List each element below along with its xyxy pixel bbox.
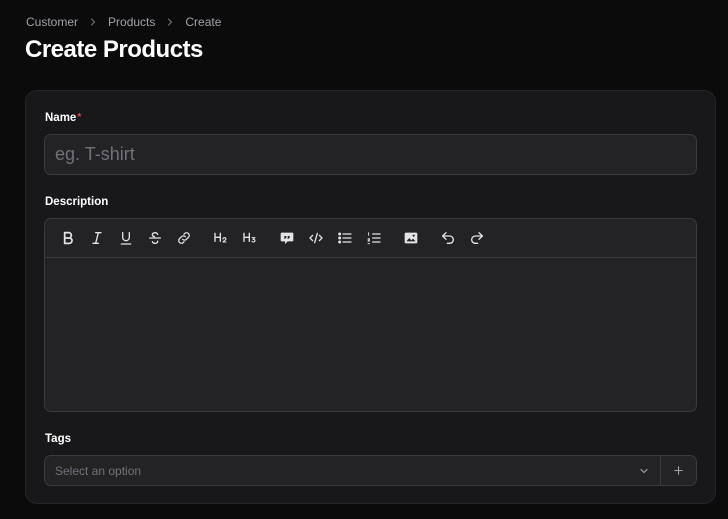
chevron-right-icon [163,15,177,29]
italic-icon[interactable] [86,227,108,249]
breadcrumb: Customer Products Create [26,15,221,29]
heading-2-icon[interactable] [210,227,232,249]
heading-3-icon[interactable] [239,227,261,249]
undo-icon[interactable] [437,227,459,249]
code-block-icon[interactable] [305,227,327,249]
breadcrumb-products[interactable]: Products [108,15,155,29]
link-icon[interactable] [173,227,195,249]
tags-select-placeholder: Select an option [55,463,142,478]
blockquote-icon[interactable] [276,227,298,249]
bullet-list-icon[interactable] [334,227,356,249]
plus-icon [672,464,685,477]
product-form-card: Name* Description [25,90,716,504]
description-editor-content[interactable] [45,258,696,411]
description-label: Description [45,196,109,208]
breadcrumb-create: Create [185,15,222,29]
chevron-down-icon [638,465,650,477]
tags-label: Tags [45,433,71,445]
image-icon[interactable] [400,227,422,249]
bold-icon[interactable] [57,227,79,249]
description-editor [44,218,697,412]
strikethrough-icon[interactable] [144,227,166,249]
name-label: Name* [45,112,82,124]
tags-select[interactable]: Select an option [45,456,660,485]
underline-icon[interactable] [115,227,137,249]
redo-icon[interactable] [466,227,488,249]
required-mark: * [77,112,82,123]
ordered-list-icon[interactable] [363,227,385,249]
page-title: Create Products [25,36,203,63]
name-input[interactable] [44,134,697,175]
tags-field: Select an option [44,455,697,486]
breadcrumb-customer[interactable]: Customer [26,15,78,29]
add-tag-button[interactable] [660,456,696,485]
chevron-right-icon [86,15,100,29]
editor-toolbar [45,219,696,258]
